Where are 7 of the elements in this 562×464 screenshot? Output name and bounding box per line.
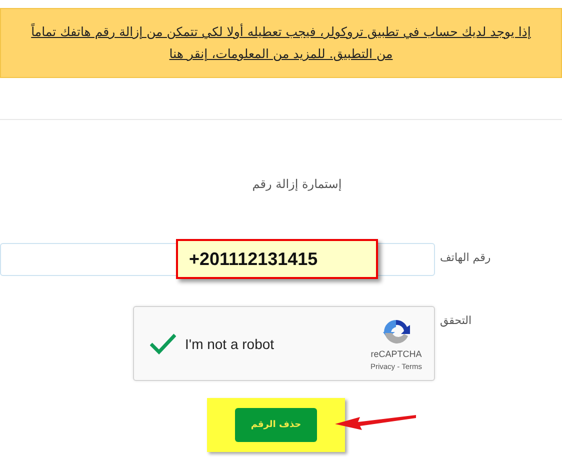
phone-label: رقم الهاتف xyxy=(440,251,491,266)
form-title: إستمارة إزالة رقم xyxy=(252,177,342,191)
phone-number-tooltip: +201112131415 xyxy=(176,239,378,279)
verification-label: التحقق xyxy=(440,314,472,329)
notice-link[interactable]: إذا يوجد لديك حساب في تطبيق تروكولر، فيجب تعطيله أولا لكي تتمكن من إزالة رقم هاتفك تماماً من التطبيق. للمزيد من المعلومات، إنقر هنا xyxy=(27,21,535,65)
recaptcha-brand: reCAPTCHA xyxy=(370,348,422,358)
captcha-label: I'm not a robot xyxy=(185,336,276,352)
